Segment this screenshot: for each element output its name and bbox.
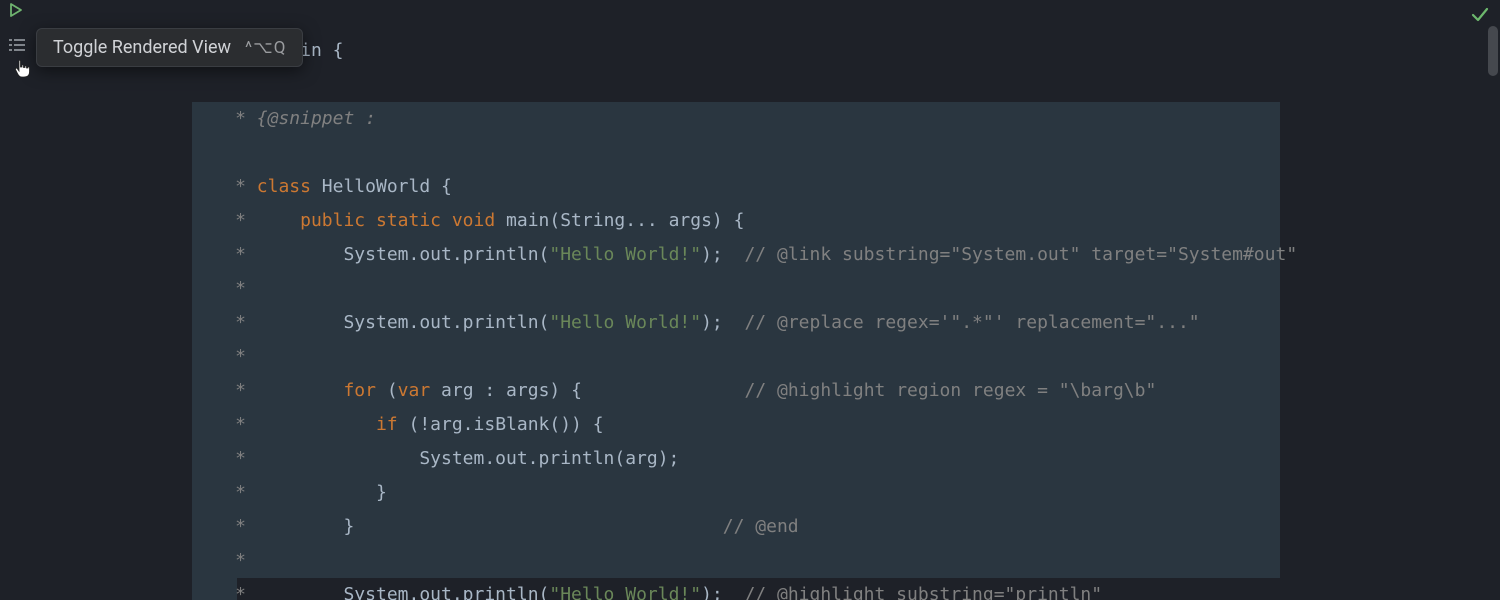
editor-gutter	[0, 0, 40, 600]
code-line[interactable]: * if (!arg.isBlank()) {	[40, 340, 1500, 374]
run-icon[interactable]	[8, 2, 24, 23]
tooltip-label: Toggle Rendered View	[53, 37, 231, 58]
javadoc-highlight-region-tag: // @highlight region regex = "\barg\b"	[744, 380, 1156, 401]
code-line[interactable]: * public static void main(String... args…	[40, 136, 1500, 170]
toggle-rendered-view-icon[interactable]	[8, 36, 26, 57]
tooltip-toggle-rendered-view: Toggle Rendered View ^⌥Q	[36, 28, 303, 67]
tooltip-shortcut: ^⌥Q	[245, 38, 286, 58]
code-line[interactable]: *	[40, 272, 1500, 306]
javadoc-snippet-tag: {@snippet :	[257, 108, 376, 129]
code-editor[interactable]: Toggle Rendered View ^⌥Q public class Ma…	[0, 0, 1500, 600]
javadoc-end-tag: // @end	[723, 516, 799, 537]
javadoc-replace-tag: // @replace regex='".*"' replacement="..…	[744, 312, 1199, 333]
code-surface[interactable]: public class Main { * {@snippet : * clas…	[40, 0, 1500, 600]
javadoc-highlight-tag: // @highlight substring="println"	[744, 584, 1102, 600]
code-line[interactable]: * }	[40, 544, 1500, 578]
code-line[interactable]: * {@snippet :	[40, 68, 1500, 102]
javadoc-link-tag: // @link substring="System.out" target="…	[744, 244, 1297, 265]
